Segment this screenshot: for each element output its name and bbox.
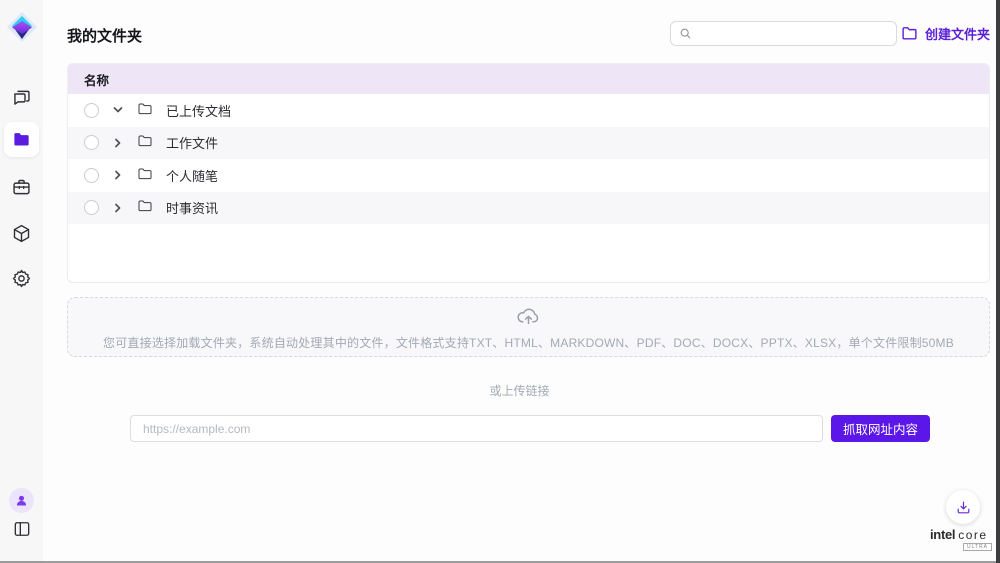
folder-icon xyxy=(137,166,153,185)
app-logo-icon xyxy=(0,8,43,46)
or-upload-link-label: 或上传链接 xyxy=(43,382,996,399)
folder-name: 时事资讯 xyxy=(166,198,218,217)
search-input[interactable] xyxy=(698,27,888,41)
folder-plus-icon xyxy=(901,25,918,42)
chat-icon xyxy=(11,87,32,108)
create-folder-label: 创建文件夹 xyxy=(925,24,990,43)
upload-dropzone[interactable]: 您可直接选择加载文件夹，系统自动处理其中的文件，文件格式支持TXT、HTML、M… xyxy=(67,297,990,357)
create-folder-button[interactable]: 创建文件夹 xyxy=(901,24,990,43)
folder-icon xyxy=(12,130,31,149)
folder-table: 名称 已上传文档 工作文件 xyxy=(67,63,990,283)
sidebar-item-folders-active[interactable] xyxy=(4,122,39,157)
intel-core-logo: intel core ultra xyxy=(930,527,992,551)
page-title: 我的文件夹 xyxy=(67,25,142,46)
table-row[interactable]: 工作文件 xyxy=(68,127,989,160)
briefcase-icon xyxy=(11,177,32,198)
gear-icon xyxy=(11,268,32,289)
window-edge-right xyxy=(996,0,1000,563)
folder-name: 已上传文档 xyxy=(166,101,231,120)
cloud-upload-icon xyxy=(516,304,541,331)
sidebar xyxy=(0,0,43,563)
table-row[interactable]: 已上传文档 xyxy=(68,94,989,127)
panel-layout-icon xyxy=(12,519,32,539)
core-wordmark: core xyxy=(958,528,987,542)
fetch-url-button[interactable]: 抓取网址内容 xyxy=(831,415,930,442)
folder-icon xyxy=(137,198,153,217)
table-header-name: 名称 xyxy=(68,64,989,94)
sidebar-item-chat[interactable] xyxy=(0,86,43,108)
row-checkbox[interactable] xyxy=(84,200,99,215)
sidebar-item-settings[interactable] xyxy=(0,267,43,289)
row-checkbox[interactable] xyxy=(84,168,99,183)
intel-wordmark: intel xyxy=(930,527,955,542)
chevron-right-icon[interactable] xyxy=(112,137,124,149)
upload-description: 您可直接选择加载文件夹，系统自动处理其中的文件，文件格式支持TXT、HTML、M… xyxy=(103,334,954,351)
url-upload-row: 抓取网址内容 xyxy=(130,415,930,442)
folder-name: 个人随笔 xyxy=(166,166,218,185)
chevron-right-icon[interactable] xyxy=(112,169,124,181)
row-checkbox[interactable] xyxy=(84,135,99,150)
sidebar-item-workspace[interactable] xyxy=(0,176,43,198)
url-input[interactable] xyxy=(130,415,823,442)
user-icon xyxy=(14,493,29,508)
chevron-down-icon[interactable] xyxy=(112,104,124,116)
intel-ultra-badge: ultra xyxy=(963,543,992,551)
collapse-panel-button[interactable] xyxy=(0,518,43,540)
folder-name: 工作文件 xyxy=(166,133,218,152)
search-box[interactable] xyxy=(670,21,897,46)
table-row[interactable]: 个人随笔 xyxy=(68,159,989,192)
user-avatar[interactable] xyxy=(9,488,34,513)
search-icon xyxy=(679,27,692,40)
chevron-right-icon[interactable] xyxy=(112,202,124,214)
sidebar-item-models[interactable] xyxy=(0,222,43,244)
table-row[interactable]: 时事资讯 xyxy=(68,192,989,225)
folder-icon xyxy=(137,133,153,152)
main-content: 我的文件夹 创建文件夹 名称 已上传文档 xyxy=(43,0,996,563)
download-icon xyxy=(955,499,972,516)
cube-icon xyxy=(11,223,32,244)
download-fab-button[interactable] xyxy=(946,490,980,524)
row-checkbox[interactable] xyxy=(84,103,99,118)
folder-icon xyxy=(137,101,153,120)
